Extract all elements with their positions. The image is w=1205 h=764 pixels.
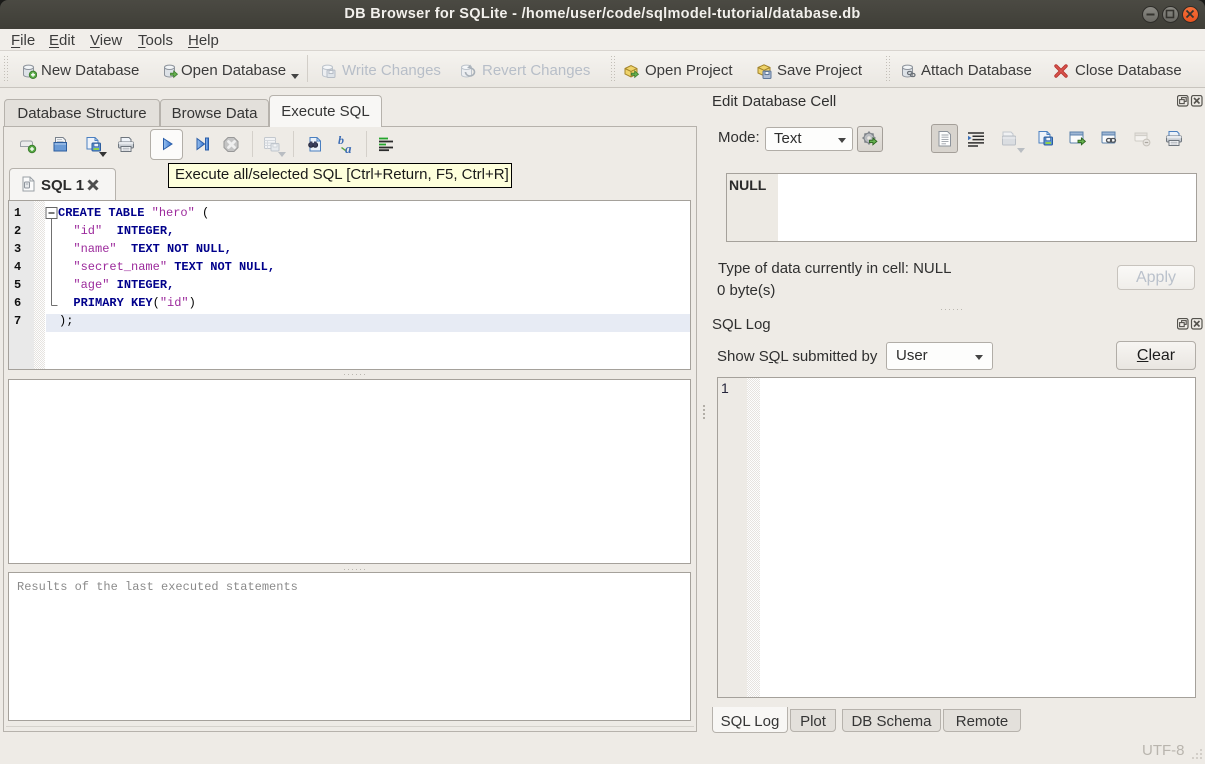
svg-text:a: a xyxy=(345,141,352,155)
svg-text:b: b xyxy=(338,134,344,147)
